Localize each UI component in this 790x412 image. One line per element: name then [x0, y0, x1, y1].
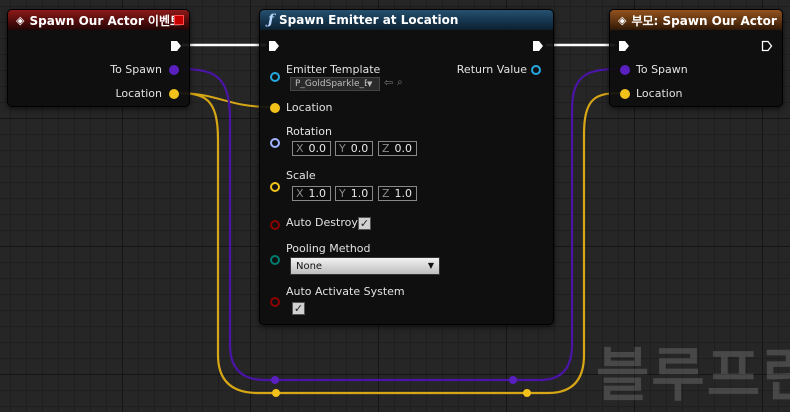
rotation-x-field[interactable]: X 0.0 [292, 141, 332, 156]
scale-y-field[interactable]: Y 1.0 [335, 186, 374, 201]
reroute-knot-vector-left[interactable] [272, 389, 280, 397]
rotation-z-value: 0.0 [394, 142, 413, 155]
event-diamond-icon: ◈ [618, 13, 627, 27]
pooling-method-dropdown[interactable]: None ▼ [290, 257, 440, 275]
emitter-location-pin[interactable] [270, 103, 280, 113]
scale-z-value: 1.0 [394, 187, 413, 200]
return-value-label: Return Value [456, 63, 527, 76]
browse-asset-icon[interactable]: ⌕ [397, 77, 403, 88]
spawn-emitter-node[interactable]: ƒ Spawn Emitter at Location Emitter Temp… [259, 9, 554, 325]
scale-pin[interactable] [270, 182, 280, 192]
event-to-spawn-label: To Spawn [110, 63, 162, 76]
watermark-text: 블루프린트 [596, 341, 790, 409]
auto-destroy-checkbox[interactable]: ✓ [358, 217, 371, 230]
axis-x-label: X [296, 142, 304, 155]
axis-x-label: X [296, 187, 304, 200]
parent-to-spawn-pin[interactable] [620, 65, 630, 75]
emitter-template-label: Emitter Template [286, 63, 381, 76]
reroute-knot-vector-right[interactable] [523, 389, 531, 397]
pooling-method-pin[interactable] [270, 255, 280, 265]
reroute-knot-object-right[interactable] [509, 376, 517, 384]
event-node-header[interactable]: ◈ Spawn Our Actor 이벤트 [8, 10, 189, 30]
axis-z-label: Z [382, 142, 390, 155]
exec-out-pin-icon[interactable] [170, 40, 182, 52]
wire-location-to-emitter[interactable] [175, 92, 273, 108]
exec-out-pin-icon[interactable] [761, 40, 773, 52]
return-value-pin[interactable] [531, 65, 541, 75]
scale-y-value: 1.0 [350, 187, 369, 200]
rotation-y-field[interactable]: Y 0.0 [335, 141, 374, 156]
checkmark-icon: ✓ [359, 217, 370, 230]
event-to-spawn-pin[interactable] [169, 65, 179, 75]
rotation-y-value: 0.0 [350, 142, 369, 155]
event-location-label: Location [115, 87, 162, 100]
emitter-template-pin[interactable] [270, 72, 280, 82]
function-icon: ƒ [268, 12, 275, 28]
reroute-knot-object-left[interactable] [271, 376, 279, 384]
auto-activate-label: Auto Activate System [286, 285, 405, 298]
axis-z-label: Z [382, 187, 390, 200]
rotation-label: Rotation [286, 125, 333, 138]
auto-activate-checkbox[interactable]: ✓ [292, 302, 305, 315]
chevron-down-icon: ▼ [427, 261, 434, 270]
auto-destroy-label: Auto Destroy [286, 216, 358, 229]
use-selected-asset-icon[interactable]: ⇦ [384, 76, 393, 89]
axis-y-label: Y [339, 187, 346, 200]
rotation-z-field[interactable]: Z 0.0 [378, 141, 418, 156]
pooling-method-label: Pooling Method [286, 242, 371, 255]
exec-in-pin-icon[interactable] [618, 40, 630, 52]
parent-call-node[interactable]: ◈ 부모: Spawn Our Actor To Spawn Location [609, 9, 783, 107]
scale-label: Scale [286, 169, 316, 182]
scale-z-field[interactable]: Z 1.0 [378, 186, 418, 201]
emitter-template-asset-picker[interactable]: P_GoldSparkle_Ba ▼ [290, 77, 380, 91]
exec-out-pin-icon[interactable] [532, 40, 544, 52]
pooling-method-value: None [296, 260, 323, 272]
scale-x-value: 1.0 [308, 187, 327, 200]
rotation-pin[interactable] [270, 138, 280, 148]
scale-x-field[interactable]: X 1.0 [292, 186, 332, 201]
chevron-down-icon: ▼ [367, 80, 373, 88]
parent-location-label: Location [636, 87, 683, 100]
checkmark-icon: ✓ [293, 302, 304, 315]
event-location-pin[interactable] [169, 89, 179, 99]
spawn-emitter-header[interactable]: ƒ Spawn Emitter at Location [260, 10, 553, 30]
delegate-pin-icon[interactable] [174, 15, 184, 25]
parent-call-title: 부모: Spawn Our Actor [631, 13, 777, 28]
event-node[interactable]: ◈ Spawn Our Actor 이벤트 To Spawn Location [7, 9, 190, 107]
event-node-title: Spawn Our Actor 이벤트 [29, 13, 182, 28]
rotation-x-value: 0.0 [308, 142, 327, 155]
auto-activate-pin[interactable] [270, 297, 280, 307]
emitter-location-label: Location [286, 101, 333, 114]
spawn-emitter-title: Spawn Emitter at Location [279, 13, 459, 27]
parent-call-header[interactable]: ◈ 부모: Spawn Our Actor [610, 10, 782, 30]
axis-y-label: Y [339, 142, 346, 155]
exec-in-pin-icon[interactable] [268, 40, 280, 52]
emitter-template-value: P_GoldSparkle_Ba [295, 79, 367, 89]
parent-to-spawn-label: To Spawn [636, 63, 688, 76]
event-diamond-icon: ◈ [16, 13, 25, 27]
auto-destroy-pin[interactable] [270, 220, 280, 230]
parent-location-pin[interactable] [620, 89, 630, 99]
